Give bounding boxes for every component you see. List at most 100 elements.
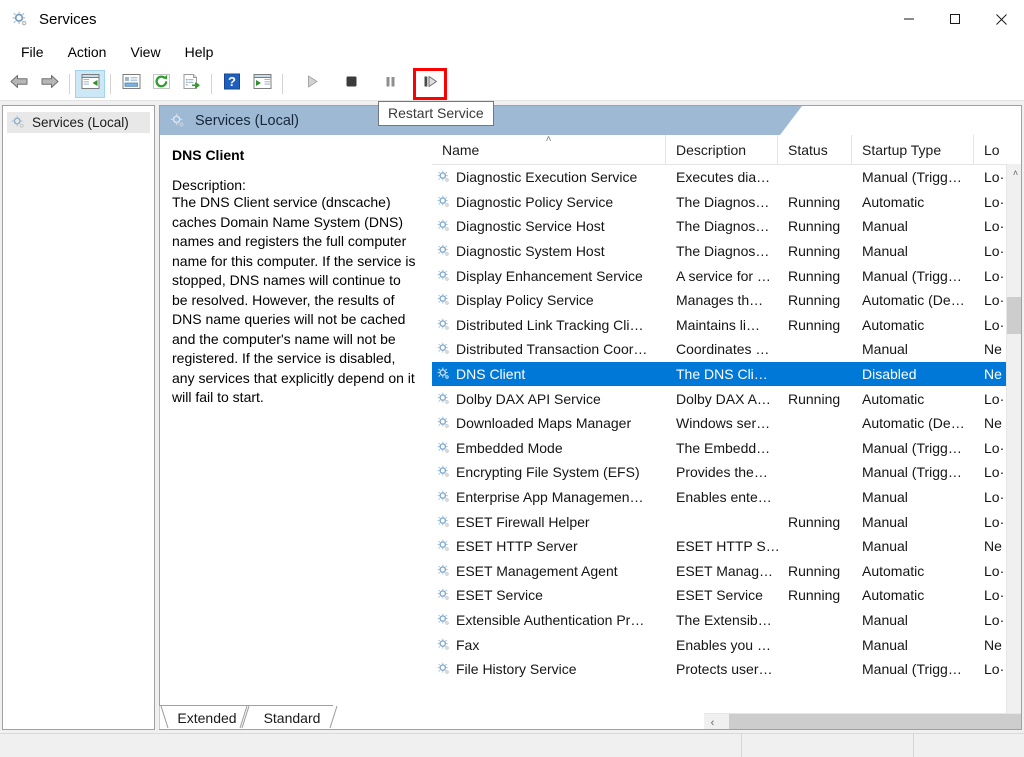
list-column-headers: ˄ Name Description Status Startup Type L… <box>432 135 1022 165</box>
table-row[interactable]: Extensible Authentication Pr…The Extensi… <box>432 608 1022 633</box>
show-hide-console-tree-button[interactable] <box>75 70 105 98</box>
back-button[interactable] <box>4 70 34 98</box>
menu-help[interactable]: Help <box>173 41 226 64</box>
help-button[interactable]: ? <box>217 70 247 98</box>
cell-status <box>778 337 852 362</box>
table-row[interactable]: ESET HTTP ServerESET HTTP S…ManualNe <box>432 534 1022 559</box>
column-header-startup-type[interactable]: Startup Type <box>852 135 974 165</box>
forward-arrow-icon <box>39 73 60 95</box>
cell-log-on-as: Lo· <box>974 263 1006 288</box>
table-row[interactable]: Enterprise App Managemen…Enables ente…Ma… <box>432 485 1022 510</box>
forward-button[interactable] <box>34 70 64 98</box>
pane-header: Services (Local) <box>160 106 1021 135</box>
cell-service-name: Enterprise App Managemen… <box>432 485 666 510</box>
service-name-label: Downloaded Maps Manager <box>456 415 631 431</box>
cell-service-name: Display Policy Service <box>432 288 666 313</box>
selected-service-name: DNS Client <box>172 147 420 163</box>
service-gear-icon <box>437 441 451 455</box>
table-row[interactable]: Display Enhancement ServiceA service for… <box>432 263 1022 288</box>
service-name-label: Diagnostic Execution Service <box>456 169 637 185</box>
cell-status <box>778 608 852 633</box>
window-title: Services <box>39 11 97 28</box>
cell-log-on-as: Lo· <box>974 608 1006 633</box>
services-gear-icon <box>11 115 26 130</box>
scroll-up-button[interactable]: ˄ <box>1007 164 1022 181</box>
table-row[interactable]: Display Policy ServiceManages th…Running… <box>432 288 1022 313</box>
menu-view[interactable]: View <box>118 41 172 64</box>
start-service-button[interactable] <box>297 70 327 98</box>
service-name-label: Distributed Transaction Coor… <box>456 341 647 357</box>
stop-service-button[interactable] <box>336 70 366 98</box>
table-row[interactable]: FaxEnables you …ManualNe <box>432 632 1022 657</box>
menu-action[interactable]: Action <box>56 41 119 64</box>
cell-log-on-as: Lo· <box>974 313 1006 338</box>
service-gear-icon <box>437 392 451 406</box>
table-row[interactable]: Diagnostic System HostThe Diagnos…Runnin… <box>432 239 1022 264</box>
table-row[interactable]: ESET ServiceESET ServiceRunningAutomatic… <box>432 583 1022 608</box>
cell-description: The Diagnos… <box>666 190 778 215</box>
menu-file[interactable]: File <box>9 41 56 64</box>
table-row[interactable]: ESET Management AgentESET Manag…RunningA… <box>432 559 1022 584</box>
services-gear-icon <box>11 10 29 28</box>
window-controls <box>886 0 1024 38</box>
table-row[interactable]: Distributed Transaction Coor…Coordinates… <box>432 337 1022 362</box>
cell-service-name: Diagnostic System Host <box>432 239 666 264</box>
cell-status <box>778 632 852 657</box>
cell-status: Running <box>778 583 852 608</box>
service-gear-icon <box>437 367 451 381</box>
restart-service-button[interactable] <box>415 70 445 98</box>
tab-standard-label: Standard <box>264 710 321 726</box>
service-name-label: File History Service <box>456 661 577 677</box>
table-row[interactable]: ESET Firewall HelperRunningManualLo· <box>432 509 1022 534</box>
sidebar-item-label: Services (Local) <box>32 115 129 130</box>
table-row[interactable]: DNS ClientThe DNS Cli…DisabledNe <box>432 362 1022 387</box>
table-row[interactable]: Diagnostic Service HostThe Diagnos…Runni… <box>432 214 1022 239</box>
service-gear-icon <box>437 588 451 602</box>
column-header-description[interactable]: Description <box>666 135 778 165</box>
service-name-label: Dolby DAX API Service <box>456 391 601 407</box>
minimize-button[interactable] <box>886 0 932 38</box>
service-name-label: Fax <box>456 637 479 653</box>
close-button[interactable] <box>978 0 1024 38</box>
table-row[interactable]: File History ServiceProtects user…Manual… <box>432 657 1022 682</box>
cell-service-name: Distributed Link Tracking Cli… <box>432 313 666 338</box>
properties-button[interactable] <box>116 70 146 98</box>
refresh-button[interactable] <box>146 70 176 98</box>
table-row[interactable]: Embedded ModeThe Embedd…Manual (Trigg…Lo… <box>432 436 1022 461</box>
action-pane-icon <box>253 73 272 95</box>
cell-status: Running <box>778 190 852 215</box>
cell-startup-type: Automatic <box>852 583 974 608</box>
status-cell-3 <box>914 734 1024 757</box>
cell-startup-type: Automatic <box>852 313 974 338</box>
cell-startup-type: Automatic (De… <box>852 411 974 436</box>
table-row[interactable]: Diagnostic Policy ServiceThe Diagnos…Run… <box>432 190 1022 215</box>
table-row[interactable]: Distributed Link Tracking Cli…Maintains … <box>432 313 1022 338</box>
cell-service-name: ESET Firewall Helper <box>432 509 666 534</box>
maximize-button[interactable] <box>932 0 978 38</box>
cell-status <box>778 657 852 682</box>
cell-status: Running <box>778 313 852 338</box>
vertical-scrollbar[interactable]: ˄ ˅ <box>1006 164 1022 730</box>
cell-description: The Diagnos… <box>666 239 778 264</box>
table-row[interactable]: Downloaded Maps ManagerWindows ser…Autom… <box>432 411 1022 436</box>
column-header-name[interactable]: ˄ Name <box>432 135 666 165</box>
column-header-log-on-as[interactable]: Lo <box>974 135 1006 165</box>
table-row[interactable]: Encrypting File System (EFS)Provides the… <box>432 460 1022 485</box>
pause-service-button[interactable] <box>375 70 405 98</box>
service-gear-icon <box>437 613 451 627</box>
sidebar-item-services-local[interactable]: Services (Local) <box>7 112 150 133</box>
cell-status: Running <box>778 239 852 264</box>
pane-header-title: Services (Local) <box>195 113 299 129</box>
cell-description: Dolby DAX A… <box>666 386 778 411</box>
column-header-log-on-as-label: Lo <box>984 142 1000 158</box>
export-list-button[interactable] <box>176 70 206 98</box>
table-row[interactable]: Dolby DAX API ServiceDolby DAX A…Running… <box>432 386 1022 411</box>
cell-service-name: Diagnostic Policy Service <box>432 190 666 215</box>
cell-log-on-as: Lo· <box>974 165 1006 190</box>
vertical-scrollbar-thumb[interactable] <box>1007 297 1022 334</box>
column-header-status[interactable]: Status <box>778 135 852 165</box>
table-row[interactable]: Diagnostic Execution ServiceExecutes dia… <box>432 165 1022 190</box>
cell-log-on-as: Ne <box>974 534 1006 559</box>
cell-status: Running <box>778 263 852 288</box>
show-action-pane-button[interactable] <box>247 70 277 98</box>
